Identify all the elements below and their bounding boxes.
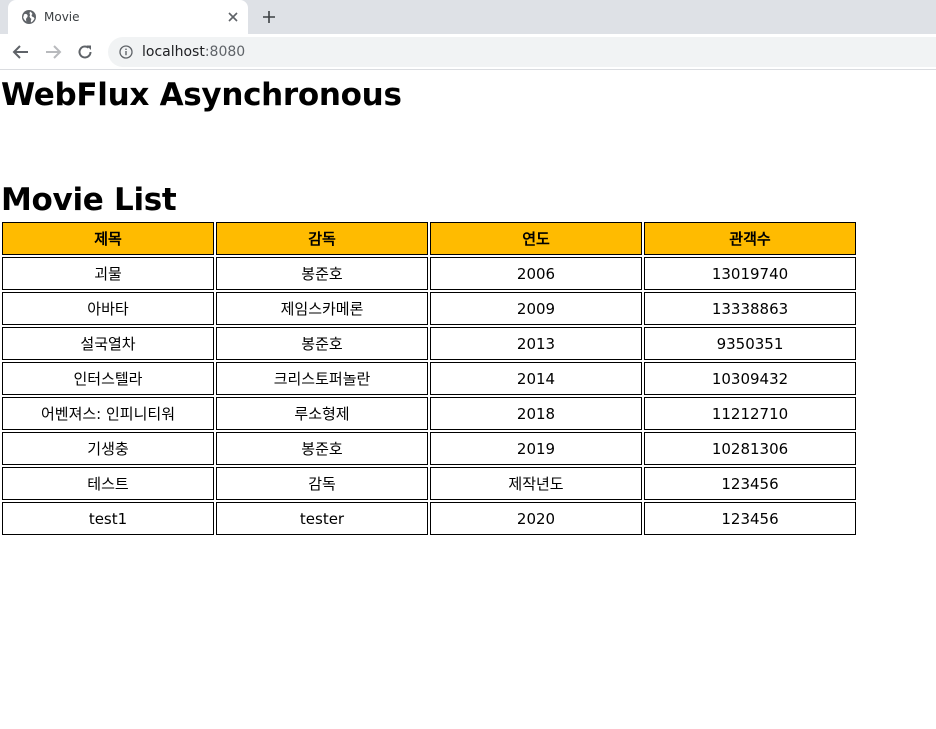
table-cell: 2014 xyxy=(430,362,642,395)
table-cell: 감독 xyxy=(216,467,428,500)
table-cell: 2013 xyxy=(430,327,642,360)
movie-table: 제목 감독 연도 관객수 괴물 봉준호 2006 13019740 아바타 제임… xyxy=(0,220,858,537)
column-header-year: 연도 xyxy=(430,222,642,255)
table-cell: 봉준호 xyxy=(216,257,428,290)
table-cell: 123456 xyxy=(644,502,856,535)
table-cell: 2006 xyxy=(430,257,642,290)
table-cell: 괴물 xyxy=(2,257,214,290)
table-cell: 123456 xyxy=(644,467,856,500)
browser-tab[interactable]: Movie xyxy=(8,0,248,34)
table-row: 어벤져스: 인피니티워 루소형제 2018 11212710 xyxy=(2,397,856,430)
table-row: test1 tester 2020 123456 xyxy=(2,502,856,535)
table-cell: 인터스텔라 xyxy=(2,362,214,395)
close-icon[interactable] xyxy=(225,9,241,25)
table-cell: 9350351 xyxy=(644,327,856,360)
table-cell: 설국열차 xyxy=(2,327,214,360)
table-cell: 2018 xyxy=(430,397,642,430)
address-bar[interactable]: localhost:8080 xyxy=(108,37,936,67)
table-cell: tester xyxy=(216,502,428,535)
table-cell: test1 xyxy=(2,502,214,535)
table-cell: 크리스토퍼놀란 xyxy=(216,362,428,395)
table-cell: 10309432 xyxy=(644,362,856,395)
movie-list-heading: Movie List xyxy=(1,182,177,218)
table-cell: 제임스카메론 xyxy=(216,292,428,325)
table-cell: 기생충 xyxy=(2,432,214,465)
column-header-title: 제목 xyxy=(2,222,214,255)
table-cell: 2019 xyxy=(430,432,642,465)
reload-icon[interactable] xyxy=(73,41,97,63)
plus-icon[interactable] xyxy=(259,7,279,27)
page-title: WebFlux Asynchronous xyxy=(1,77,402,113)
table-header-row: 제목 감독 연도 관객수 xyxy=(2,222,856,255)
table-cell: 11212710 xyxy=(644,397,856,430)
table-cell: 테스트 xyxy=(2,467,214,500)
globe-icon xyxy=(22,10,36,24)
table-row: 기생충 봉준호 2019 10281306 xyxy=(2,432,856,465)
table-cell: 10281306 xyxy=(644,432,856,465)
column-header-director: 감독 xyxy=(216,222,428,255)
table-cell: 13338863 xyxy=(644,292,856,325)
tab-title: Movie xyxy=(44,10,80,24)
table-cell: 2020 xyxy=(430,502,642,535)
page-content: WebFlux Asynchronous Movie List 제목 감독 연도… xyxy=(0,71,936,729)
column-header-audience: 관객수 xyxy=(644,222,856,255)
browser-toolbar: localhost:8080 xyxy=(0,34,936,70)
forward-arrow-icon[interactable] xyxy=(41,41,65,63)
table-row: 아바타 제임스카메론 2009 13338863 xyxy=(2,292,856,325)
table-cell: 루소형제 xyxy=(216,397,428,430)
url-port: :8080 xyxy=(204,44,246,60)
table-cell: 봉준호 xyxy=(216,432,428,465)
table-cell: 13019740 xyxy=(644,257,856,290)
table-cell: 봉준호 xyxy=(216,327,428,360)
back-arrow-icon[interactable] xyxy=(9,41,33,63)
table-cell: 2009 xyxy=(430,292,642,325)
table-row: 설국열차 봉준호 2013 9350351 xyxy=(2,327,856,360)
table-row: 테스트 감독 제작년도 123456 xyxy=(2,467,856,500)
table-row: 괴물 봉준호 2006 13019740 xyxy=(2,257,856,290)
table-cell: 어벤져스: 인피니티워 xyxy=(2,397,214,430)
table-cell: 제작년도 xyxy=(430,467,642,500)
info-icon[interactable] xyxy=(119,45,133,59)
browser-tabstrip: Movie xyxy=(0,0,936,34)
url-host: localhost xyxy=(142,44,205,60)
url-text[interactable]: localhost:8080 xyxy=(142,43,245,61)
table-cell: 아바타 xyxy=(2,292,214,325)
table-row: 인터스텔라 크리스토퍼놀란 2014 10309432 xyxy=(2,362,856,395)
